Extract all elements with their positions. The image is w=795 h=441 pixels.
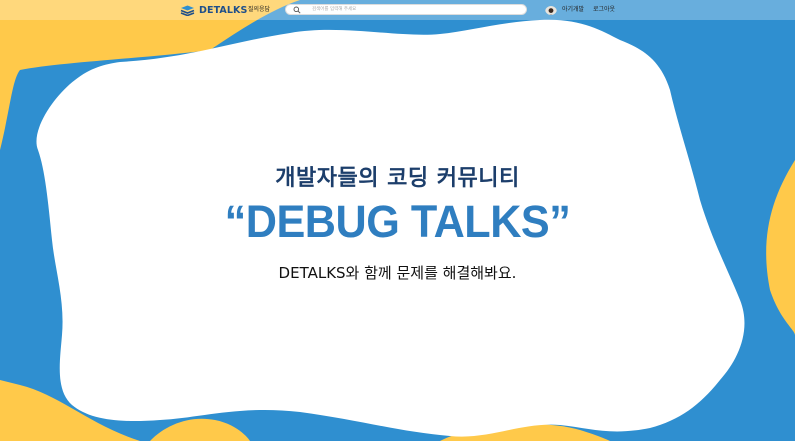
hero-subtitle: 개발자들의 코딩 커뮤니티	[275, 166, 520, 191]
logo-text: DETALKS	[199, 4, 248, 16]
search-bar[interactable]	[285, 4, 527, 15]
user-avatar-icon	[545, 6, 557, 15]
search-input[interactable]	[308, 5, 518, 14]
top-navbar: DETALKS 질의응답 아기개발 로그아웃	[0, 0, 795, 20]
hero-description: DETALKS와 함께 문제를 해결해봐요.	[278, 264, 517, 282]
logout-button[interactable]: 로그아웃	[593, 4, 615, 13]
chat-bubbles-icon	[180, 5, 195, 16]
hero-title: “DEBUG TALKS”	[224, 196, 571, 247]
search-icon	[293, 6, 301, 14]
avatar[interactable]	[545, 3, 557, 15]
nav-qna-link[interactable]: 질의응답	[248, 4, 270, 13]
logo[interactable]: DETALKS	[180, 3, 247, 17]
username[interactable]: 아기개발	[562, 4, 584, 13]
